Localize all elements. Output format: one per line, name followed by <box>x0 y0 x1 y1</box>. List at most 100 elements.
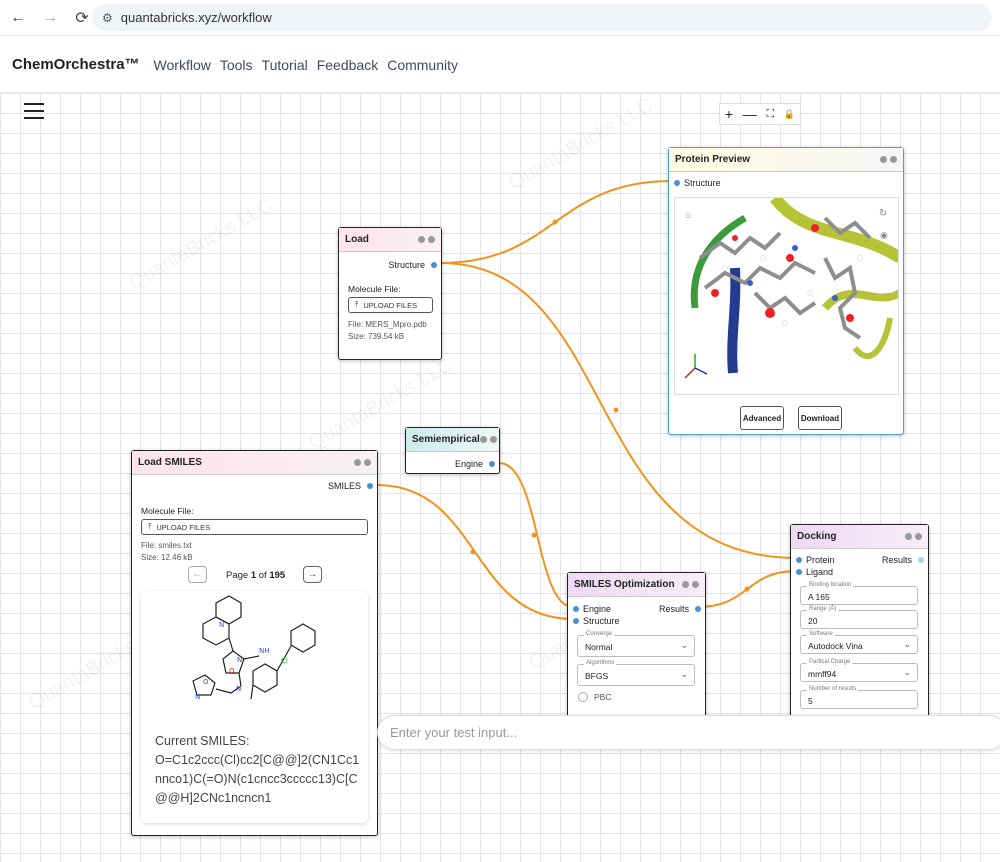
nav-tools[interactable]: Tools <box>220 57 253 73</box>
node-header[interactable]: Semiempirical <box>406 428 499 452</box>
port-label: SMILES <box>327 481 361 491</box>
page-current: 1 <box>250 570 257 581</box>
pbc-option[interactable]: PBC <box>578 692 611 702</box>
node-header[interactable]: Docking <box>791 525 928 549</box>
advanced-button[interactable]: Advanced <box>740 406 784 430</box>
back-button[interactable]: ← <box>4 4 32 32</box>
lock-icon[interactable]: 🔒 <box>784 109 795 120</box>
output-port-dot[interactable] <box>489 461 495 467</box>
pbc-radio[interactable] <box>578 692 588 702</box>
protein-3d-viewer[interactable]: ⌂ ↻ ◉ <box>674 197 899 395</box>
output-port-dot[interactable] <box>695 606 701 612</box>
mol-atom-o: O <box>203 678 209 686</box>
input-port-row: Ligand <box>796 565 833 579</box>
input-port-dot[interactable] <box>796 569 802 575</box>
chevron-down-icon: ⌄ <box>680 640 688 650</box>
upload-label: UPLOAD FILES <box>156 522 211 532</box>
node-minimize-icon[interactable] <box>880 156 887 163</box>
semiempirical-node[interactable]: Semiempirical Engine <box>405 427 500 474</box>
nav-community[interactable]: Community <box>387 57 458 73</box>
nav-tutorial[interactable]: Tutorial <box>262 57 308 73</box>
docking-node[interactable]: Docking Protein Ligand Results Binding l… <box>790 524 929 730</box>
zoom-in-icon[interactable]: + <box>725 106 733 122</box>
file-size: Size: 739.54 kB <box>348 332 405 341</box>
load-smiles-node[interactable]: Load SMILES SMILES Molecule File: ⤒ UPLO… <box>131 450 378 836</box>
port-label: Ligand <box>806 567 834 577</box>
port-label: Structure <box>388 260 425 270</box>
protein-preview-node[interactable]: Protein Preview Structure ⌂ ↻ ◉ Advanced… <box>668 147 904 435</box>
edge-engine-opt <box>498 462 574 608</box>
node-header[interactable]: Load SMILES <box>132 451 377 475</box>
node-close-icon[interactable] <box>364 459 371 466</box>
prev-page-button[interactable]: ← <box>188 566 207 583</box>
node-header[interactable]: Protein Preview <box>669 148 903 172</box>
node-minimize-icon[interactable] <box>479 436 487 443</box>
browser-toolbar: ← → ⟳ ⚙ quantabricks.xyz/workflow <box>0 0 1000 36</box>
node-minimize-icon[interactable] <box>354 459 361 466</box>
range-input[interactable]: Range (Å) 20 <box>800 606 918 629</box>
output-port-dot[interactable] <box>431 262 437 268</box>
upload-files-button[interactable]: ⤒ UPLOAD FILES <box>141 519 368 535</box>
upload-icon: ⤒ <box>148 522 152 531</box>
output-port-dot[interactable] <box>367 483 373 489</box>
mol-atom-n: N <box>237 656 242 664</box>
field-value: mmff94 <box>808 669 837 679</box>
port-label: Results <box>881 555 912 565</box>
partial-charge-select[interactable]: Partical Charge mmff94 ⌄ <box>800 659 918 682</box>
molecule-structure-drawing: N O N NH N O N Cl <box>192 595 316 701</box>
software-select[interactable]: Software Autodock Vina ⌄ <box>800 631 918 654</box>
node-close-icon[interactable] <box>890 156 897 163</box>
upload-files-button[interactable]: ⤒ UPLOAD FILES <box>348 297 433 313</box>
test-input[interactable]: Enter your test input... <box>377 715 1000 750</box>
number-of-results-input[interactable]: Number of results 5 <box>800 686 918 709</box>
input-port-dot[interactable] <box>573 618 579 624</box>
mol-atom-o: O <box>229 667 235 675</box>
node-minimize-icon[interactable] <box>905 533 912 540</box>
node-minimize-icon[interactable] <box>682 581 689 588</box>
input-port-dot[interactable] <box>796 557 802 563</box>
mol-atom-n: N <box>219 621 224 629</box>
output-port-row: Results <box>882 553 924 567</box>
next-page-button[interactable]: → <box>303 566 322 583</box>
zoom-controls: + — ⛶ 🔒 <box>719 103 801 125</box>
download-button[interactable]: Download <box>798 406 842 430</box>
node-close-icon[interactable] <box>915 533 922 540</box>
file-info: File: smiles.txt Size: 12.46 kB <box>141 540 193 564</box>
node-title: Load SMILES <box>138 457 202 468</box>
field-label: Binding location <box>807 582 854 588</box>
node-close-icon[interactable] <box>692 581 699 588</box>
smiles-optimization-node[interactable]: SMILES Optimization Engine Structure Res… <box>567 572 706 728</box>
port-label: Engine <box>454 459 483 469</box>
node-header[interactable]: Load <box>339 228 441 252</box>
svg-text:◉: ◉ <box>880 231 888 241</box>
fit-view-icon[interactable]: ⛶ <box>766 108 774 121</box>
node-header[interactable]: SMILES Optimization <box>568 573 705 597</box>
node-title: Semiempirical <box>412 434 480 445</box>
zoom-out-icon[interactable]: — <box>743 106 757 122</box>
nav-workflow[interactable]: Workflow <box>154 57 211 73</box>
brand-logo[interactable]: ChemOrchestra™ <box>12 56 140 73</box>
input-port-dot[interactable] <box>573 606 579 612</box>
converge-select[interactable]: Converge Normal ⌄ <box>577 631 695 657</box>
hamburger-menu-icon[interactable] <box>24 103 44 119</box>
field-label: Partical Charge <box>807 659 853 665</box>
address-bar[interactable]: ⚙ quantabricks.xyz/workflow <box>92 4 992 31</box>
load-node[interactable]: Load Structure Molecule File: ⤒ UPLOAD F… <box>338 227 442 360</box>
input-port-dot[interactable] <box>674 180 680 186</box>
forward-button[interactable]: → <box>36 4 64 32</box>
page-prefix: Page <box>226 570 249 581</box>
output-port-dot[interactable] <box>918 557 924 563</box>
site-settings-icon[interactable]: ⚙ <box>102 11 113 25</box>
algorithms-select[interactable]: Algorithms BFGS ⌄ <box>577 660 695 686</box>
node-close-icon[interactable] <box>428 236 435 243</box>
binding-location-input[interactable]: Binding location A 165 <box>800 582 918 605</box>
nav-feedback[interactable]: Feedback <box>317 57 378 73</box>
current-smiles: Current SMILES: O=C1c2ccc(Cl)cc2[C@@]2(C… <box>155 732 359 808</box>
smiles-line: O=C1c2ccc(Cl)cc2[C@@]2(CN1Cc1 <box>155 753 360 767</box>
watermark: QuantaBricks LLC <box>505 93 657 195</box>
node-title: Docking <box>797 531 837 542</box>
field-value: 5 <box>808 696 813 706</box>
node-close-icon[interactable] <box>489 436 497 443</box>
page-of: of <box>258 570 267 581</box>
node-minimize-icon[interactable] <box>418 236 425 243</box>
